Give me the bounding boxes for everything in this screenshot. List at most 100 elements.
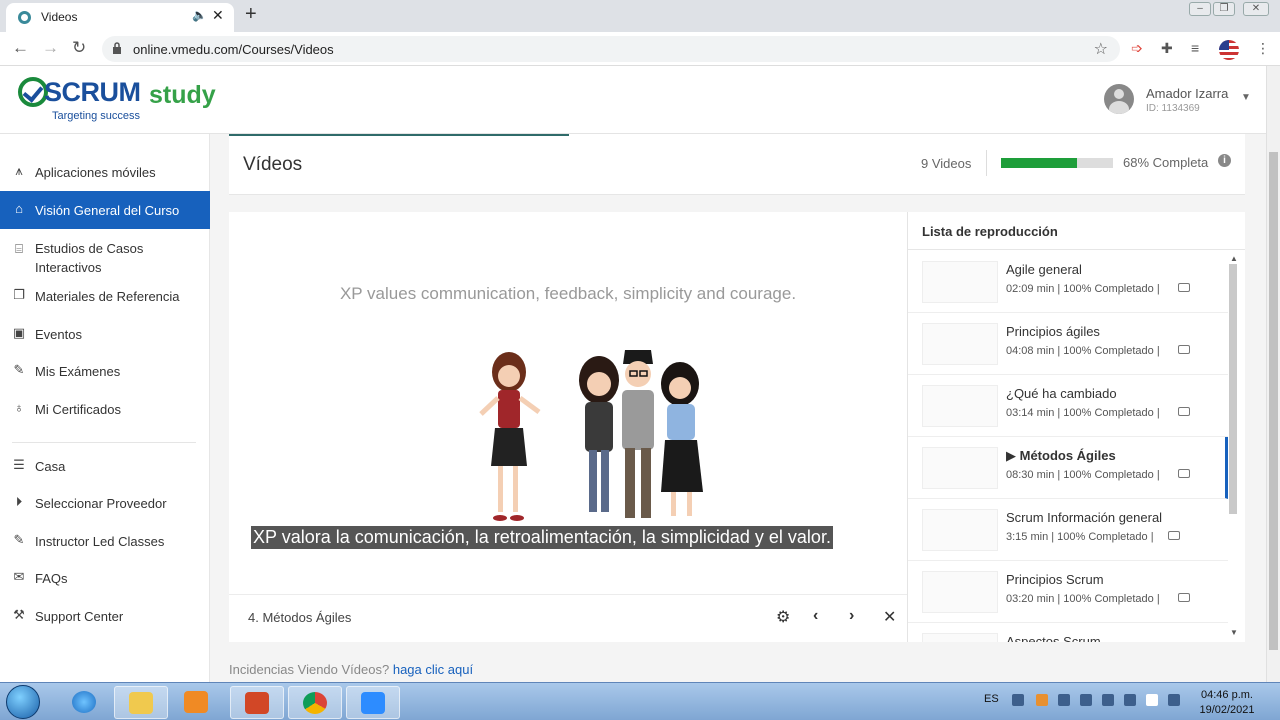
sidebar-item[interactable]: ⩚ Aplicaciones móviles <box>0 160 210 184</box>
tray-app-icon[interactable] <box>1012 694 1024 706</box>
next-video-icon[interactable]: › <box>849 607 854 625</box>
volume-icon[interactable] <box>1080 694 1092 706</box>
case-study-icon: ⌸ <box>15 241 23 256</box>
captions-icon <box>1178 345 1190 354</box>
tray-chat-icon[interactable] <box>1146 694 1158 706</box>
captions-icon <box>1178 469 1190 478</box>
cartoon-team-illustration <box>479 350 703 521</box>
sidebar-item[interactable]: ⌂ Visión General del Curso <box>0 191 210 229</box>
videos-header: Vídeos 9 Videos 68% Completa i <box>229 134 1245 195</box>
playlist-scroll-down-icon[interactable]: ▼ <box>1230 628 1238 637</box>
scrumstudy-logo[interactable]: SCRUM study Targeting success <box>18 77 218 127</box>
taskbar-zoom[interactable] <box>346 686 400 719</box>
taskbar-media-player[interactable] <box>170 686 224 719</box>
video-thumbnail <box>922 447 998 489</box>
sidebar-item[interactable]: ⏵ Seleccionar Proveedor <box>0 491 210 515</box>
new-tab-button[interactable]: + <box>245 3 257 26</box>
sidebar-item[interactable]: ❐ Materiales de Referencia <box>0 284 210 308</box>
close-tab-icon[interactable]: ✕ <box>212 7 224 24</box>
home-icon: ⌂ <box>15 201 23 216</box>
back-icon[interactable]: ← <box>12 38 29 58</box>
page-scrollbar[interactable] <box>1266 66 1280 682</box>
sidebar-item[interactable]: ☰ Casa <box>0 454 210 478</box>
page-scrollbar-thumb[interactable] <box>1269 152 1278 650</box>
media-queue-icon[interactable]: ≡ <box>1191 40 1199 56</box>
sidebar-item[interactable]: ♁ Mi Certificados <box>0 397 210 421</box>
sidebar-item[interactable]: ✉ FAQs <box>0 566 210 590</box>
sidebar-item-label: Instructor Led Classes <box>35 533 165 549</box>
avatar[interactable] <box>1104 84 1134 114</box>
settings-gear-icon[interactable]: ⚙ <box>776 607 790 627</box>
clock-time[interactable]: 04:46 p.m. <box>1196 689 1258 701</box>
sidebar: ⩚ Aplicaciones móviles ⌂ Visión General del… <box>0 134 210 682</box>
edit-icon: ✎ <box>13 362 25 377</box>
restore-button[interactable]: ❐ <box>1213 2 1235 16</box>
minimize-button[interactable]: – <box>1189 2 1211 16</box>
taskbar-ie[interactable] <box>58 686 112 719</box>
playlist-item[interactable]: Aspectos Scrum <box>908 623 1228 642</box>
forward-icon[interactable]: → <box>42 38 59 58</box>
current-video-title: 4. Métodos Ágiles <box>248 610 352 625</box>
close-player-icon[interactable]: ✕ <box>883 607 896 627</box>
header-accent-line <box>229 134 569 136</box>
player-controls: 4. Métodos Ágiles ⚙ ‹ › ✕ <box>229 594 907 642</box>
video-player[interactable]: XP values communication, feedback, simpl… <box>229 212 907 642</box>
video-thumbnail <box>922 385 998 427</box>
address-bar[interactable]: online.vmedu.com/Courses/Videos ☆ <box>102 36 1120 62</box>
list-icon: ☰ <box>13 457 25 472</box>
user-menu-caret-icon[interactable]: ▼ <box>1241 92 1251 103</box>
edit-icon: ✎ <box>13 532 25 547</box>
playlist-scroll-up-icon[interactable]: ▲ <box>1230 254 1238 263</box>
start-button[interactable] <box>6 685 40 719</box>
main-content: Vídeos 9 Videos 68% Completa i XP values… <box>211 134 1266 682</box>
playlist-item-meta: 3:15 min | 100% Completado | <box>1006 531 1154 543</box>
playlist-item-title: Aspectos Scrum <box>1006 634 1101 642</box>
language-indicator[interactable]: ES <box>984 693 999 705</box>
taskbar-chrome[interactable] <box>288 686 342 719</box>
previous-video-icon[interactable]: ‹ <box>813 607 818 625</box>
tray-avast-icon[interactable] <box>1036 694 1048 706</box>
flag-notification-icon[interactable] <box>1168 694 1180 706</box>
bookmark-star-icon[interactable]: ☆ <box>1094 39 1108 59</box>
issues-link[interactable]: haga clic aquí <box>393 662 473 677</box>
tray-device-icon[interactable] <box>1058 694 1070 706</box>
playlist-item[interactable]: Scrum Información general 3:15 min | 100%… <box>908 499 1228 561</box>
folder-icon <box>129 692 153 714</box>
speaker-icon[interactable]: 🔈 <box>192 8 207 22</box>
browser-tab[interactable]: Videos 🔈 ✕ <box>6 3 234 32</box>
logo-word-study: study <box>149 81 216 109</box>
reload-icon[interactable]: ↻ <box>72 38 86 58</box>
skip-icon: ⏵ <box>15 494 23 509</box>
sidebar-item[interactable]: ▣ Eventos <box>0 322 210 346</box>
playlist-item[interactable]: Principios ágiles 04:08 min | 100% Comple… <box>908 313 1228 375</box>
sidebar-item[interactable]: ⚒ Support Center <box>0 604 210 628</box>
signal-icon[interactable] <box>1124 694 1136 706</box>
close-window-button[interactable]: ✕ <box>1243 2 1269 16</box>
puzzle-icon[interactable]: ✚ <box>1161 40 1173 57</box>
playlist-item[interactable]: Principios Scrum 03:20 min | 100% Complet… <box>908 561 1228 623</box>
playlist-item[interactable]: ¿Qué ha cambiado 03:14 min | 100% Complet… <box>908 375 1228 437</box>
playlist-item-title: Agile general <box>1006 262 1082 277</box>
sidebar-item[interactable]: ✎ Mis Exámenes <box>0 359 210 383</box>
playlist-item[interactable]: Agile general 02:09 min | 100% Completado… <box>908 251 1228 313</box>
url-text: online.vmedu.com/Courses/Videos <box>133 42 334 57</box>
us-flag-icon[interactable] <box>1219 40 1239 60</box>
clock-date[interactable]: 19/02/2021 <box>1196 704 1258 716</box>
sidebar-item[interactable]: ✎ Instructor Led Classes <box>0 529 210 553</box>
extension-icon[interactable]: ➩ <box>1131 40 1143 57</box>
taskbar-powerpoint[interactable] <box>230 686 284 719</box>
playlist-item-title: Principios ágiles <box>1006 324 1100 339</box>
header-divider <box>986 150 987 176</box>
playlist-scrollbar[interactable] <box>1229 264 1237 514</box>
taskbar-explorer[interactable] <box>114 686 168 719</box>
sidebar-item-label: Visión General del Curso <box>35 202 180 218</box>
copy-icon: ❐ <box>13 287 25 302</box>
tray-network-icon[interactable] <box>1102 694 1114 706</box>
user-name[interactable]: Amador Izarra <box>1146 86 1228 101</box>
award-icon: ♁ <box>14 400 24 415</box>
info-icon[interactable]: i <box>1218 154 1231 167</box>
page-title: Vídeos <box>243 154 303 175</box>
captions-icon <box>1168 531 1180 540</box>
menu-icon[interactable]: ⋮ <box>1256 40 1270 57</box>
playlist-item[interactable]: ▶ Métodos Ágiles 08:30 min | 100% Complet… <box>908 437 1228 499</box>
